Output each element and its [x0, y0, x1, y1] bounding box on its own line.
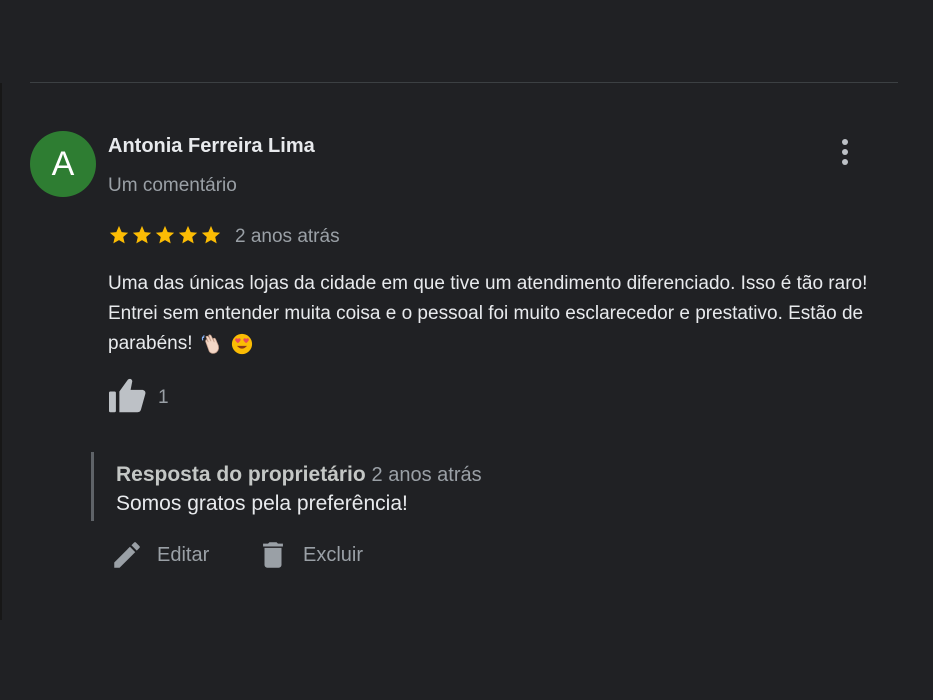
star-icon: [132, 225, 152, 244]
review-page: A Antonia Ferreira Lima Um comentário 2 …: [0, 0, 933, 700]
reviewer-name[interactable]: Antonia Ferreira Lima: [108, 135, 315, 158]
star-icon: [155, 225, 175, 244]
avatar-letter: A: [51, 144, 75, 183]
owner-reply-header: Resposta do proprietário 2 anos atrás: [116, 463, 482, 487]
owner-reply-time: 2 anos atrás: [371, 464, 482, 486]
owner-reply-label: Resposta do proprietário: [116, 463, 366, 486]
edit-label: Editar: [157, 543, 210, 566]
heart-eyes-icon: [231, 333, 253, 355]
review-text: Uma das únicas lojas da cidade em que ti…: [108, 269, 908, 359]
trash-icon: [263, 542, 283, 568]
pencil-icon: [114, 542, 140, 568]
reviewer-review-count: Um comentário: [108, 175, 237, 196]
star-icon: [109, 225, 129, 244]
top-divider: [30, 82, 898, 83]
edit-button[interactable]: Editar: [110, 538, 209, 572]
more-vertical-icon: [842, 139, 848, 145]
more-options-button[interactable]: [830, 134, 860, 170]
more-vertical-icon-dot: [842, 159, 848, 165]
review-time: 2 anos atrás: [235, 226, 340, 247]
delete-label: Excluir: [303, 543, 364, 566]
waving-hand-icon: [201, 334, 219, 354]
owner-reply-text: Somos gratos pela preferência!: [116, 492, 408, 515]
left-edge: [0, 83, 2, 620]
delete-button[interactable]: Excluir: [256, 538, 363, 572]
star-icon: [178, 225, 198, 244]
thumbs-up-icon[interactable]: [107, 376, 149, 414]
star-icon: [201, 225, 221, 244]
avatar[interactable]: A: [30, 131, 96, 197]
more-vertical-icon-dot: [842, 149, 848, 155]
like-count: 1: [158, 387, 169, 408]
owner-reply-bar: [91, 452, 94, 521]
star-rating: [108, 224, 222, 246]
